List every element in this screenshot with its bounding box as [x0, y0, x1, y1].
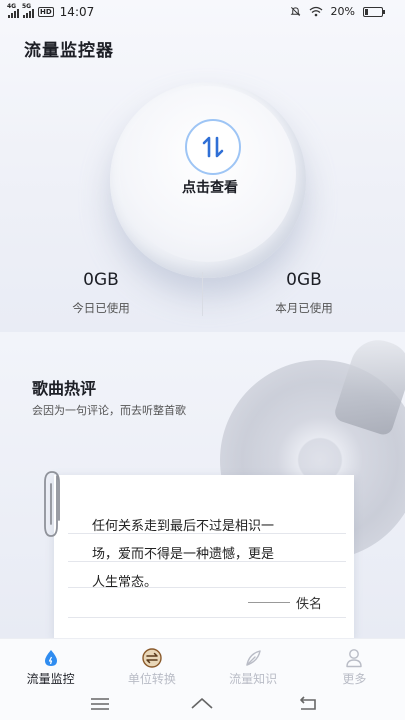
microphone-image [332, 332, 405, 438]
note-rule [68, 617, 346, 618]
tab-label: 流量监控 [26, 672, 75, 686]
person-icon [343, 648, 365, 668]
status-time: 14:07 [59, 5, 95, 19]
tab-label: 流量知识 [229, 672, 278, 686]
today-usage-value: 0GB [83, 270, 119, 290]
paperclip-icon [44, 471, 60, 537]
month-usage-label: 本月已使用 [275, 301, 333, 315]
author-name: 佚名 [295, 597, 322, 612]
wifi-icon [309, 6, 322, 17]
month-usage: 0GB 本月已使用 [203, 270, 405, 316]
battery-icon [363, 6, 385, 17]
status-bar: 4G 5G HD 14:07 20% [0, 0, 405, 24]
back-icon[interactable] [296, 694, 320, 714]
mute-icon [290, 7, 300, 16]
tab-more[interactable]: 更多 [304, 639, 405, 688]
music-section-subtitle: 会因为一句评论，而去听整首歌 [32, 404, 186, 417]
cell-signal-icon: 5G [22, 3, 34, 18]
battery-percent: 20% [330, 5, 355, 18]
feather-icon [242, 648, 264, 668]
check-usage-label[interactable]: 点击查看 [120, 177, 300, 197]
tab-traffic-monitor[interactable]: 流量监控 [0, 639, 101, 688]
author-dash [247, 602, 290, 603]
tab-label: 单位转换 [127, 672, 176, 686]
tab-traffic-knowledge[interactable]: 流量知识 [203, 639, 304, 688]
tab-label: 更多 [342, 672, 367, 686]
convert-icon [141, 648, 163, 668]
quote-text: 任何关系走到最后不过是相识一 场，爱而不得是一种遗憾，更是 人生常态。 [92, 513, 332, 597]
quote-line: 任何关系走到最后不过是相识一 [92, 519, 275, 534]
today-usage-label: 今日已使用 [72, 301, 130, 315]
music-comment-section: 歌曲热评 会因为一句评论，而去听整首歌 任何关系走到最后不过是相识一 场，爱而不… [0, 332, 405, 638]
quote-card: 任何关系走到最后不过是相识一 场，爱而不得是一种遗憾，更是 人生常态。 佚名 [54, 475, 354, 638]
today-usage: 0GB 今日已使用 [0, 270, 202, 316]
tab-bar: 流量监控 单位转换 流量知识 更多 [0, 638, 405, 688]
quote-author: 佚名 [247, 593, 322, 612]
tab-unit-convert[interactable]: 单位转换 [101, 639, 202, 688]
cell-signal-icon: 4G [7, 3, 19, 18]
page-title: 流量监控器 [24, 41, 114, 61]
music-section-title: 歌曲热评 [32, 379, 97, 398]
home-icon[interactable] [190, 694, 214, 714]
month-usage-value: 0GB [286, 270, 322, 290]
menu-icon[interactable] [88, 694, 112, 714]
drop-icon [40, 648, 62, 668]
swap-arrows-icon[interactable] [185, 119, 241, 175]
quote-line: 场，爱而不得是一种遗憾，更是 [92, 547, 275, 562]
hd-badge: HD [38, 7, 54, 17]
system-nav-bar [0, 688, 405, 720]
